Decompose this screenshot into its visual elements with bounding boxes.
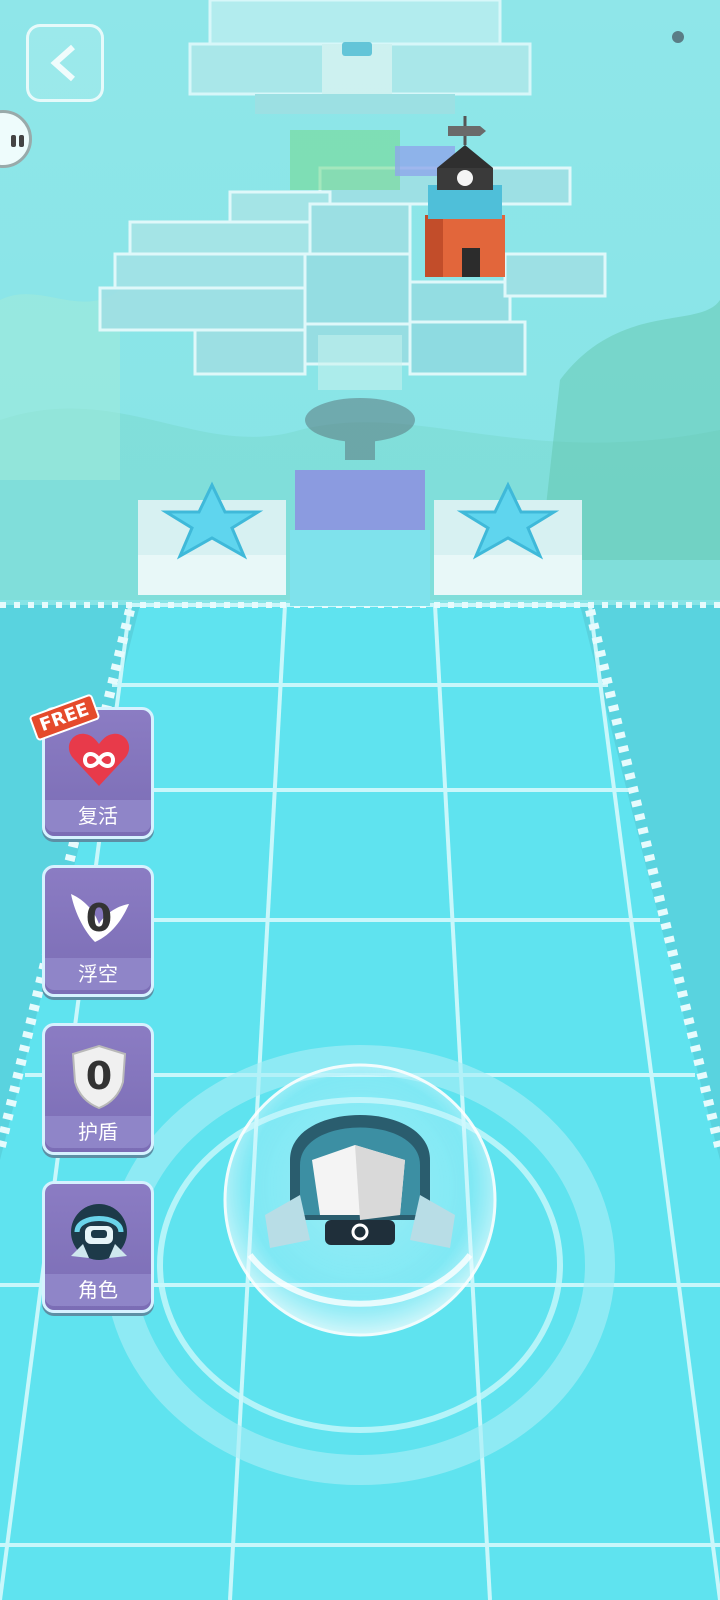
shield-label: 护盾	[45, 1116, 151, 1148]
back-button[interactable]	[26, 24, 104, 102]
infinite-heart-icon	[65, 726, 133, 794]
revive-label: 复活	[45, 800, 151, 832]
character-label: 角色	[45, 1274, 151, 1306]
shield-button[interactable]: 0 护盾	[42, 1023, 154, 1155]
green-tile	[290, 130, 400, 190]
star-block-left	[138, 481, 286, 595]
wing-icon: 0	[65, 884, 133, 952]
float-button[interactable]: 0 浮空	[42, 865, 154, 997]
revive-button[interactable]: FREE 复活	[28, 693, 154, 839]
shield-icon: 0	[65, 1042, 133, 1110]
float-count: 0	[85, 896, 113, 940]
indicator-dot	[672, 31, 684, 43]
shield-count: 0	[85, 1054, 113, 1098]
character-button[interactable]: 角色	[42, 1181, 154, 1313]
robot-head-icon	[65, 1200, 133, 1268]
purple-tile	[295, 470, 425, 530]
star-block-right	[434, 481, 582, 595]
float-label: 浮空	[45, 958, 151, 990]
